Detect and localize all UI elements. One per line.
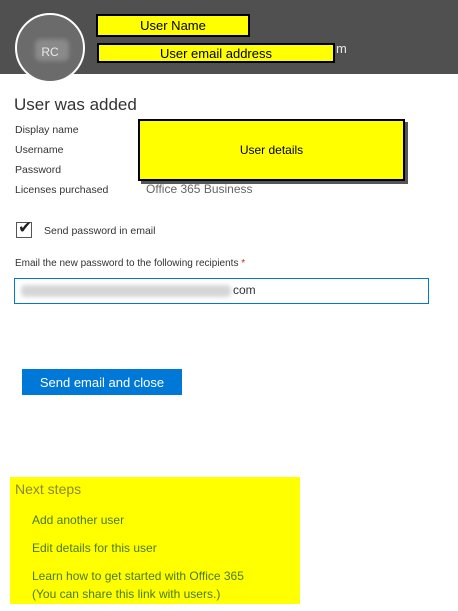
- user-details-annotation: User details: [138, 119, 405, 181]
- checkmark-icon: ✔: [18, 218, 33, 237]
- username-label: Username: [15, 144, 64, 156]
- page-title: User was added: [14, 95, 137, 114]
- licenses-label: Licenses purchased: [15, 184, 109, 196]
- recipients-label-text: Email the new password to the following …: [15, 258, 239, 269]
- user-name-annotation: User Name: [96, 14, 250, 37]
- next-steps-title: Next steps: [15, 481, 82, 497]
- add-another-user-link[interactable]: Add another user: [32, 513, 124, 527]
- send-password-label: Send password in email: [44, 225, 156, 237]
- license-value: Office 365 Business: [146, 182, 253, 196]
- avatar-initials: RC: [41, 45, 59, 59]
- header-email-tail: m: [336, 41, 347, 56]
- recipients-redacted: [21, 285, 231, 297]
- send-password-checkbox[interactable]: ✔: [16, 218, 33, 238]
- password-label: Password: [15, 164, 62, 176]
- share-link-note: (You can share this link with users.): [32, 587, 221, 601]
- avatar: RC: [15, 13, 85, 83]
- display-name-label: Display name: [15, 124, 79, 136]
- recipients-value-tail: com: [233, 283, 256, 297]
- learn-office-365-link[interactable]: Learn how to get started with Office 365: [32, 569, 244, 583]
- recipients-label: Email the new password to the following …: [15, 258, 245, 269]
- next-steps-panel: Next steps Add another user Edit details…: [10, 477, 300, 604]
- send-email-and-close-button[interactable]: Send email and close: [22, 369, 182, 395]
- required-marker: *: [241, 258, 246, 269]
- recipients-input[interactable]: com: [14, 278, 429, 304]
- user-email-annotation: User email address: [97, 43, 335, 63]
- edit-user-details-link[interactable]: Edit details for this user: [32, 541, 157, 555]
